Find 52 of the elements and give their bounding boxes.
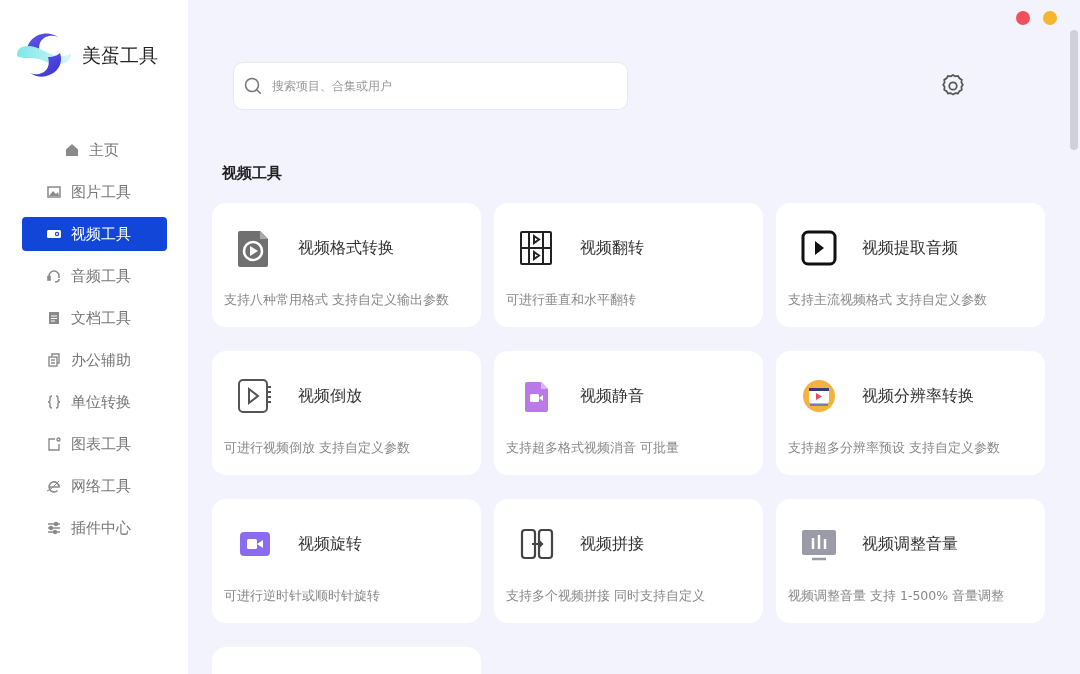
tool-title: 视频静音: [580, 384, 644, 407]
sidebar-item[interactable]: 办公辅助: [21, 343, 167, 377]
tool-title: 视频旋转: [298, 532, 362, 555]
tool-title: 视频调整音量: [862, 532, 958, 555]
tool-description: 支持超多分辨率预设 支持自定义参数: [788, 438, 1001, 457]
tool-card[interactable]: 视频静音 支持超多格式视频消音 可批量: [494, 350, 763, 475]
section-title: 视频工具: [222, 163, 283, 184]
square-dot-icon: [45, 436, 62, 452]
scrollbar[interactable]: [1070, 30, 1078, 150]
headset-icon: [45, 268, 62, 284]
tool-card[interactable]: 视频分辨率转换 支持超多分辨率预设 支持自定义参数: [776, 350, 1045, 475]
search-icon: [244, 77, 262, 95]
braces-icon: [45, 394, 62, 410]
tool-card[interactable]: 视频提取音频 支持主流视频格式 支持自定义参数: [776, 202, 1045, 327]
tool-title: 视频提取音频: [862, 236, 958, 259]
tool-title: 视频分辨率转换: [862, 384, 974, 407]
tool-description: 可进行逆时针或顺时针旋转: [224, 586, 381, 605]
tool-card[interactable]: 视频旋转 可进行逆时针或顺时针旋转: [212, 498, 481, 623]
tool-description: 支持主流视频格式 支持自定义参数: [788, 290, 988, 309]
tool-card[interactable]: 视频格式转换 支持八种常用格式 支持自定义输出参数: [212, 202, 481, 327]
play-square-icon: [800, 228, 838, 267]
tool-card[interactable]: 视频翻转 可进行垂直和水平翻转: [494, 202, 763, 327]
tool-description: 可进行视频倒放 支持自定义参数: [224, 438, 411, 457]
sidebar-item[interactable]: 主页: [21, 133, 167, 167]
sliders-icon: [45, 520, 62, 536]
search-field[interactable]: 搜索项目、合集或用户: [233, 62, 628, 110]
app-name: 美蛋工具: [82, 42, 158, 68]
sidebar-item[interactable]: 图片工具: [21, 175, 167, 209]
tool-title: 视频倒放: [298, 384, 362, 407]
sidebar-item[interactable]: 视频工具: [21, 217, 167, 251]
tool-title: 视频拼接: [580, 532, 644, 555]
copy-icon: [45, 352, 62, 368]
tool-card[interactable]: 视频拼接 支持多个视频拼接 同时支持自定义: [494, 498, 763, 623]
browser-e-icon: [45, 478, 62, 494]
sidebar-item[interactable]: 文档工具: [21, 301, 167, 335]
tool-description: 视频调整音量 支持 1-500% 音量调整: [788, 586, 1006, 605]
tool-card[interactable]: 视频调整音量 视频调整音量 支持 1-500% 音量调整: [776, 498, 1045, 623]
sidebar-item[interactable]: 音频工具: [21, 259, 167, 293]
tool-description: 支持八种常用格式 支持自定义输出参数: [224, 290, 450, 309]
tool-description: 支持多个视频拼接 同时支持自定义: [506, 586, 706, 605]
play-frame-icon: [236, 376, 274, 415]
tool-description: 支持超多格式视频消音 可批量: [506, 438, 680, 457]
tool-card[interactable]: 视频倒放 可进行视频倒放 支持自定义参数: [212, 350, 481, 475]
tool-title: 视频格式转换: [298, 236, 394, 259]
sidebar-item[interactable]: 插件中心: [21, 511, 167, 545]
home-icon: [63, 142, 80, 158]
image-icon: [45, 184, 62, 200]
sidebar-item[interactable]: 单位转换: [21, 385, 167, 419]
sidebar-item[interactable]: 网络工具: [21, 469, 167, 503]
tool-description: 可进行垂直和水平翻转: [506, 290, 637, 309]
sidebar-item[interactable]: 图表工具: [21, 427, 167, 461]
tool-title: 视频翻转: [580, 236, 644, 259]
